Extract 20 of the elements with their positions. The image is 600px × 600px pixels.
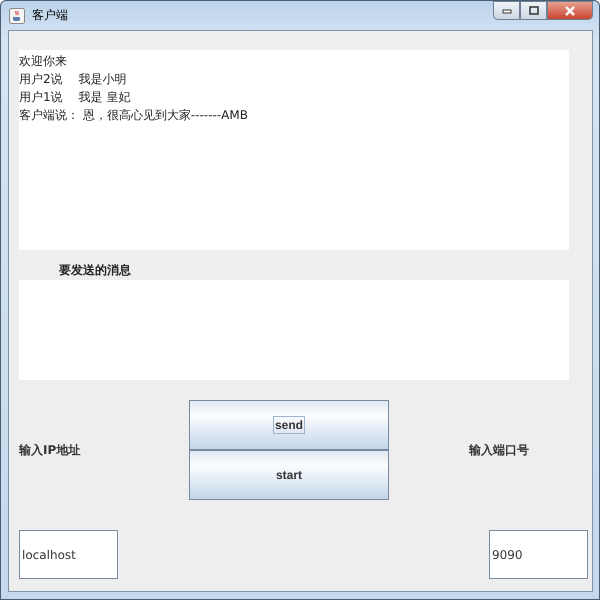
close-button[interactable] [547, 1, 593, 20]
port-label: 输入端口号 [469, 442, 529, 458]
ip-field[interactable]: localhost [19, 530, 118, 579]
close-icon [564, 6, 576, 16]
maximize-icon [528, 6, 538, 15]
chat-message: 客户端说： 恩，很高心见到大家-------AMB [19, 107, 249, 124]
chat-message: 欢迎你来 [19, 53, 68, 70]
minimize-button[interactable] [493, 1, 520, 20]
ip-label: 输入IP地址 [19, 442, 82, 458]
coffee-cup-icon [9, 8, 25, 24]
minimize-icon [502, 8, 512, 14]
maximize-button[interactable] [520, 1, 547, 20]
chat-message: 用户1说 我是 皇妃 [19, 89, 132, 106]
chat-area[interactable]: 欢迎你来 用户2说 我是小明 用户1说 我是 皇妃 客户端说： 恩，很高心见到大家-------AMB [19, 50, 569, 250]
port-field[interactable]: 9090 [489, 530, 588, 579]
start-button[interactable]: start [189, 450, 389, 500]
send-button[interactable]: send [189, 400, 389, 450]
chat-message: 用户2说 我是小明 [19, 71, 128, 88]
window-title: 客户端 [32, 7, 68, 24]
message-label: 要发送的消息 [59, 262, 132, 279]
